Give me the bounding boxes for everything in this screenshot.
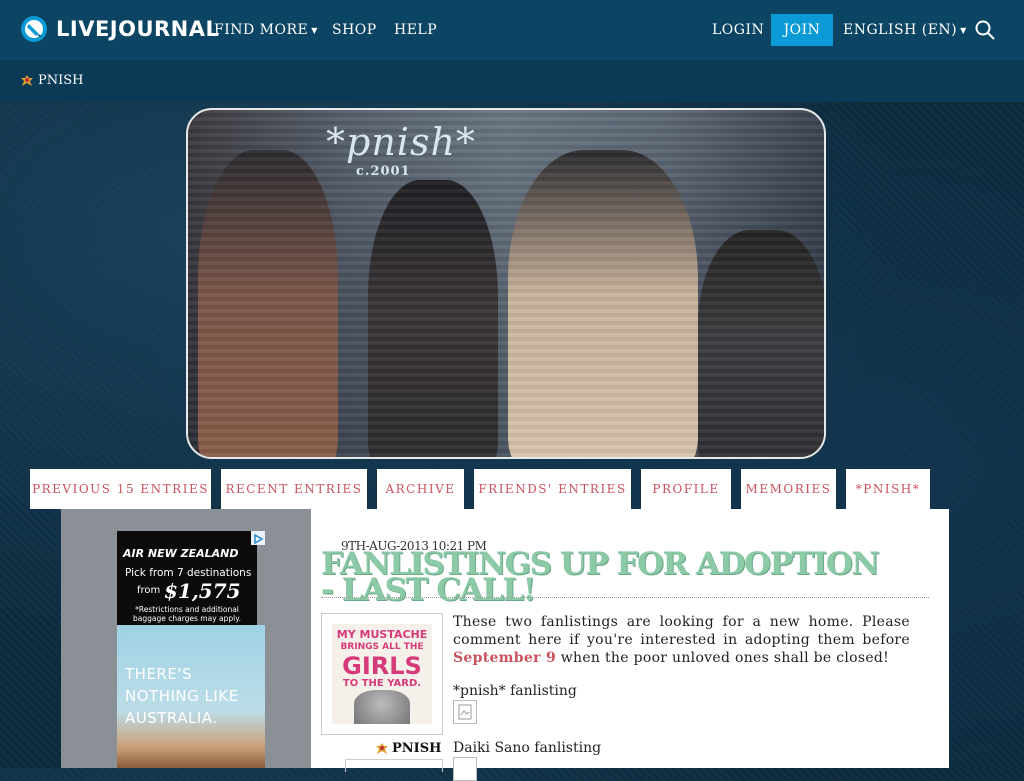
brand-name: LIVEJOURNAL [56, 17, 220, 41]
entry-poster[interactable]: PNISH [375, 741, 441, 756]
chevron-down-icon: ▼ [960, 25, 967, 35]
livejournal-logo[interactable]: LIVEJOURNAL [20, 15, 219, 43]
tab-friends-entries[interactable]: FRIENDS' ENTRIES [474, 469, 631, 509]
fanlisting-label: *pnish* fanlisting [453, 683, 577, 699]
journal-name: PNISH [38, 73, 84, 88]
tab-previous-entries[interactable]: PREVIOUS 15 ENTRIES [30, 469, 211, 509]
ad-fine-print: *Restrictions and additional baggage cha… [132, 605, 241, 623]
search-icon[interactable] [975, 20, 995, 40]
header-title: *pnish* [326, 120, 476, 164]
ad-image: THERE'S NOTHING LIKE AUSTRALIA. [117, 625, 265, 768]
userpic-image: MY MUSTACHE BRINGS ALL THE GIRLS TO THE … [332, 624, 432, 724]
nav-find-more[interactable]: FIND MORE ▼ [214, 22, 318, 38]
tab-profile[interactable]: PROFILE [641, 469, 731, 509]
community-user-icon [376, 742, 388, 754]
nav-help[interactable]: HELP [394, 22, 437, 38]
ad-offer: Pick from 7 destinations [125, 567, 252, 579]
ad-brand: AIR NEW ZEALAND [123, 547, 239, 560]
chevron-down-icon: ▼ [311, 25, 318, 35]
community-user-icon [21, 74, 33, 86]
broken-image-icon[interactable] [453, 700, 477, 724]
join-button[interactable]: JOIN [771, 14, 833, 46]
userpic-text: TO THE YARD. [342, 678, 422, 689]
journal-user-link[interactable]: PNISH [20, 73, 84, 88]
tab-pnish[interactable]: *PNISH* [846, 469, 930, 509]
login-link[interactable]: LOGIN [712, 22, 764, 38]
fanlisting-label: Daiki Sano fanlisting [453, 740, 602, 756]
divider [321, 597, 929, 598]
userpic: MY MUSTACHE BRINGS ALL THE GIRLS TO THE … [321, 613, 443, 735]
poster-name: PNISH [392, 741, 442, 756]
tab-recent-entries[interactable]: RECENT ENTRIES [221, 469, 367, 509]
ad-from: from [137, 585, 161, 596]
tab-archive[interactable]: ARCHIVE [377, 469, 464, 509]
language-label: ENGLISH (EN) [843, 22, 958, 38]
nav-shop[interactable]: SHOP [332, 22, 377, 38]
entry-body-text: when the poor unloved ones shall be clos… [560, 650, 890, 666]
nav-find-more-label: FIND MORE [214, 22, 309, 38]
userpic-text: BRINGS ALL THE [340, 642, 424, 652]
ad-tagline: THERE'S NOTHING LIKE AUSTRALIA. [125, 665, 239, 727]
journal-entry: 9TH-AUG-2013 10:21 PM FANLISTINGS UP FOR… [311, 509, 949, 781]
ad-price: $1,575 [164, 579, 241, 603]
entry-body: These two fanlistings are looking for a … [453, 613, 910, 667]
broken-image-icon[interactable] [453, 757, 477, 781]
ad-choices-icon[interactable] [251, 531, 265, 545]
top-navigation-bar: LIVEJOURNAL FIND MORE ▼ SHOP HELP LOGIN J… [0, 0, 1024, 61]
language-selector[interactable]: ENGLISH (EN) ▼ [843, 22, 967, 38]
entry-title[interactable]: FANLISTINGS UP FOR ADOPTION - LAST CALL! [321, 549, 891, 606]
header-subtitle: c.2001 [356, 164, 411, 179]
entry-body-highlight: September 9 [453, 650, 556, 666]
userpic-text: GIRLS [342, 652, 422, 680]
journal-header-image: *pnish* c.2001 [186, 108, 826, 459]
userpic [345, 759, 443, 772]
userpic-figure [354, 690, 410, 724]
journal-bar: PNISH [0, 60, 1024, 102]
advertisement[interactable]: AIR NEW ZEALAND Pick from 7 destinations… [117, 531, 265, 768]
entry-body-text: These two fanlistings are looking for a … [453, 614, 910, 648]
livejournal-logo-icon [21, 16, 47, 42]
tab-memories[interactable]: MEMORIES [741, 469, 836, 509]
userpic-text: MY MUSTACHE [336, 628, 428, 641]
ad-banner: AIR NEW ZEALAND Pick from 7 destinations… [117, 531, 257, 625]
